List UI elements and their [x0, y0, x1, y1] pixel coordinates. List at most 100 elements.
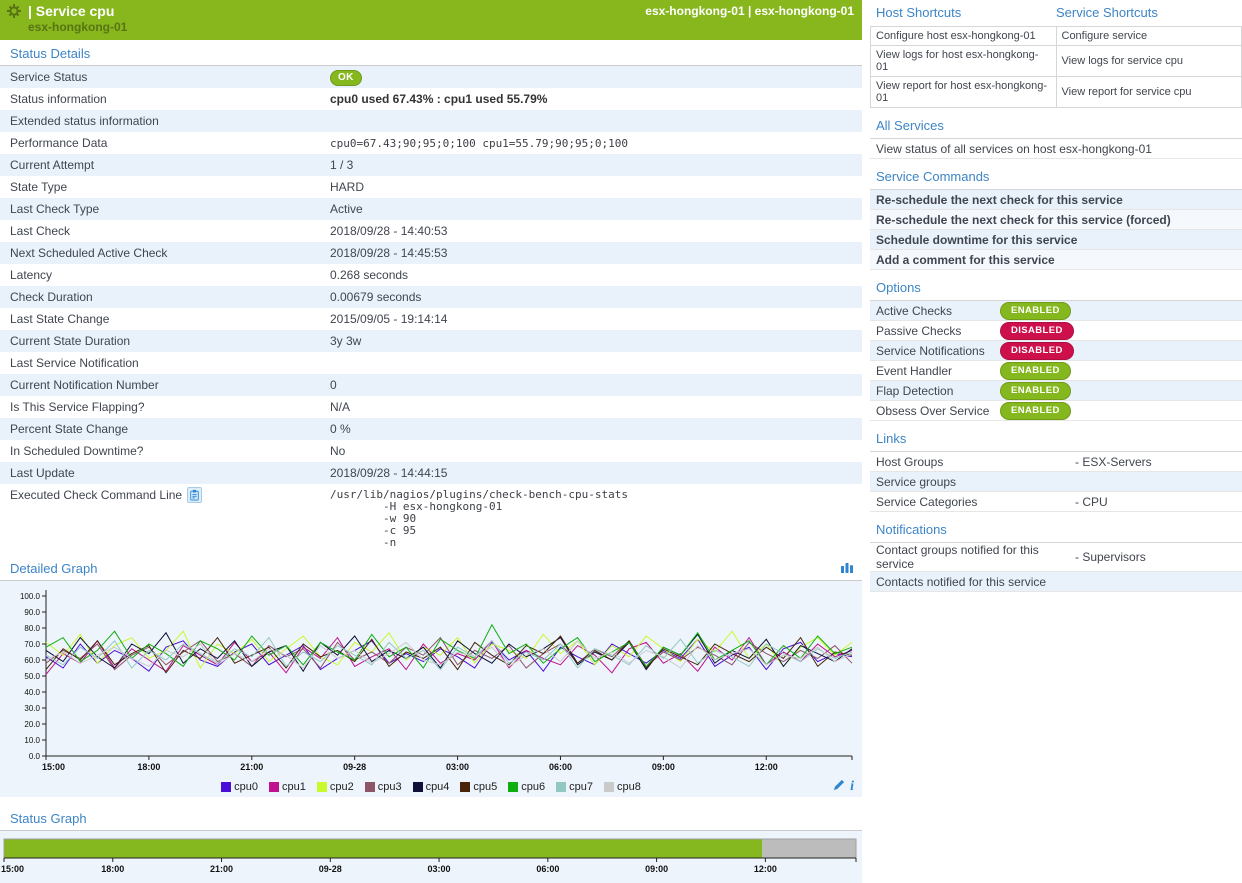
legend-label: cpu5: [473, 781, 497, 793]
svg-text:30.0: 30.0: [24, 704, 40, 713]
option-state-badge[interactable]: ENABLED: [1000, 302, 1071, 320]
bar-chart-icon[interactable]: [840, 560, 854, 577]
notification-label: Contact groups notified for this service: [876, 543, 1075, 571]
link-value[interactable]: - ESX-Servers: [1075, 455, 1152, 469]
info-icon[interactable]: i: [850, 781, 854, 793]
option-row: Obsess Over ServiceENABLED: [870, 401, 1242, 421]
legend-label: cpu1: [282, 781, 306, 793]
cpu-line-chart: 0.010.020.030.040.050.060.070.080.090.01…: [0, 586, 862, 777]
row-value: 0 %: [330, 422, 862, 436]
status-details-heading: Status Details: [0, 40, 862, 66]
service-command-link[interactable]: Add a comment for this service: [870, 250, 1242, 270]
table-row: View logs for host esx-hongkong-01View l…: [871, 46, 1242, 77]
gear-icon[interactable]: [6, 3, 22, 19]
legend-item: cpu5: [460, 781, 497, 793]
shortcut-link[interactable]: Configure service: [1056, 27, 1242, 46]
table-row: Service Categories- CPU: [870, 492, 1242, 512]
table-row: Last Check2018/09/28 - 14:40:53: [0, 220, 862, 242]
option-state-badge[interactable]: DISABLED: [1000, 342, 1074, 360]
link-value[interactable]: - CPU: [1075, 495, 1108, 509]
service-command-link[interactable]: Re-schedule the next check for this serv…: [870, 210, 1242, 230]
option-row: Active ChecksENABLED: [870, 301, 1242, 321]
svg-text:50.0: 50.0: [24, 672, 40, 681]
table-row: Latency 0.268 seconds: [0, 264, 862, 286]
svg-text:80.0: 80.0: [24, 624, 40, 633]
svg-text:90.0: 90.0: [24, 608, 40, 617]
row-value: 2018/09/28 - 14:45:53: [330, 246, 862, 260]
table-row: Is This Service Flapping?N/A: [0, 396, 862, 418]
chart-legend: cpu0cpu1cpu2cpu3cpu4cpu5cpu6cpu7cpu8: [0, 777, 862, 797]
shortcut-link[interactable]: View report for service cpu: [1056, 77, 1242, 108]
legend-label: cpu4: [426, 781, 450, 793]
option-state-badge[interactable]: ENABLED: [1000, 362, 1071, 380]
svg-text:10.0: 10.0: [24, 736, 40, 745]
breadcrumb[interactable]: esx-hongkong-01 | esx-hongkong-01: [645, 4, 854, 18]
host-subtitle[interactable]: esx-hongkong-01: [6, 20, 854, 34]
option-state-badge[interactable]: DISABLED: [1000, 322, 1074, 340]
table-row: Last Update2018/09/28 - 14:44:15: [0, 462, 862, 484]
legend-swatch: [317, 782, 327, 792]
option-row: Flap DetectionENABLED: [870, 381, 1242, 401]
table-row: Current State Duration3y 3w: [0, 330, 862, 352]
table-row: In Scheduled Downtime?No: [0, 440, 862, 462]
row-value: No: [330, 444, 862, 458]
row-value: 1 / 3: [330, 158, 862, 172]
shortcut-link[interactable]: Configure host esx-hongkong-01: [871, 27, 1057, 46]
shortcut-link[interactable]: View logs for service cpu: [1056, 46, 1242, 77]
row-value: 2015/09/05 - 19:14:14: [330, 312, 862, 326]
row-value: cpu0=67.43;90;95;0;100 cpu1=55.79;90;95;…: [330, 137, 862, 150]
svg-text:12:00: 12:00: [755, 762, 778, 772]
option-state-badge[interactable]: ENABLED: [1000, 382, 1071, 400]
table-row: Check Duration0.00679 seconds: [0, 286, 862, 308]
all-services-heading: All Services: [870, 108, 1242, 138]
link-label: Service groups: [876, 475, 1075, 489]
link-label: Host Groups: [876, 455, 1075, 469]
svg-text:15:00: 15:00: [1, 864, 24, 874]
row-label-text: Percent State Change: [10, 422, 128, 436]
svg-text:40.0: 40.0: [24, 688, 40, 697]
shortcut-link[interactable]: View logs for host esx-hongkong-01: [871, 46, 1057, 77]
option-state-badge[interactable]: ENABLED: [1000, 402, 1071, 420]
row-label: In Scheduled Downtime?: [0, 444, 330, 458]
options-heading: Options: [870, 270, 1242, 300]
row-value: OK: [330, 69, 862, 86]
row-label: Is This Service Flapping?: [0, 400, 330, 414]
svg-text:18:00: 18:00: [137, 762, 160, 772]
option-row: Service NotificationsDISABLED: [870, 341, 1242, 361]
all-services-link[interactable]: View status of all services on host esx-…: [870, 139, 1242, 159]
service-command-link[interactable]: Re-schedule the next check for this serv…: [870, 190, 1242, 210]
svg-text:12:00: 12:00: [754, 864, 777, 874]
table-row: Service groups: [870, 472, 1242, 492]
table-row: Contact groups notified for this service…: [870, 543, 1242, 572]
right-panel: Host Shortcuts Service Shortcuts Configu…: [870, 0, 1242, 592]
row-label-text: Status information: [10, 92, 107, 106]
legend-label: cpu3: [378, 781, 402, 793]
table-row: Service Status OK: [0, 66, 862, 88]
copy-command-icon[interactable]: [187, 487, 202, 503]
edit-graph-pencil-icon[interactable]: [833, 779, 845, 794]
notification-value[interactable]: - Supervisors: [1075, 550, 1146, 564]
row-label-text: Latency: [10, 268, 52, 282]
legend-swatch: [604, 782, 614, 792]
legend-label: cpu0: [234, 781, 258, 793]
service-command-link[interactable]: Schedule downtime for this service: [870, 230, 1242, 250]
legend-item: cpu7: [556, 781, 593, 793]
svg-text:03:00: 03:00: [428, 864, 451, 874]
row-value: 0.268 seconds: [330, 268, 862, 282]
row-label: Current Notification Number: [0, 378, 330, 392]
shortcut-link[interactable]: View report for host esx-hongkong-01: [871, 77, 1057, 108]
table-row: Current Notification Number0: [0, 374, 862, 396]
legend-swatch: [508, 782, 518, 792]
row-value: cpu0 used 67.43% : cpu1 used 55.79%: [330, 92, 862, 106]
row-label: Current Attempt: [0, 158, 330, 172]
row-label-text: Current Attempt: [10, 158, 94, 172]
legend-swatch: [221, 782, 231, 792]
row-label-text: Service Status: [10, 70, 87, 84]
svg-text:09-28: 09-28: [343, 762, 366, 772]
legend-swatch: [269, 782, 279, 792]
table-row: Extended status information: [0, 110, 862, 132]
row-label-text: Last State Change: [10, 312, 109, 326]
option-label: Flap Detection: [876, 384, 1000, 398]
row-label: Last State Change: [0, 312, 330, 326]
table-row: Last Check TypeActive: [0, 198, 862, 220]
